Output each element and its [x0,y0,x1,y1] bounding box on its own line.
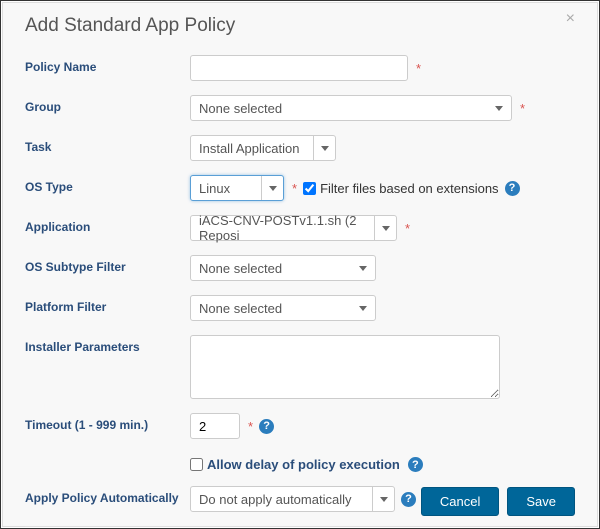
chevron-down-icon [382,226,390,231]
allow-delay-label: Allow delay of policy execution [207,457,400,472]
apply-policy-automatically-label: Apply Policy Automatically [25,486,190,505]
required-marker: * [248,419,253,434]
chevron-down-icon [359,306,367,311]
group-label: Group [25,95,190,114]
policy-name-label: Policy Name [25,55,190,74]
timeout-input[interactable] [190,413,240,439]
chevron-down-icon [269,186,277,191]
task-label: Task [25,135,190,154]
os-subtype-filter-select[interactable]: None selected [190,255,376,281]
required-marker: * [416,61,421,76]
allow-delay-checkbox-wrap[interactable]: Allow delay of policy execution [190,457,400,472]
required-marker: * [520,101,525,116]
os-subtype-filter-label: OS Subtype Filter [25,255,190,274]
add-standard-app-policy-dialog: Add Standard App Policy × Policy Name * … [2,2,598,527]
filter-files-label: Filter files based on extensions [320,181,498,196]
dialog-footer: Cancel Save [421,487,575,516]
required-marker: * [405,221,410,236]
os-type-label: OS Type [25,175,190,194]
os-subtype-filter-value: None selected [199,261,282,276]
os-type-select[interactable]: Linux [190,175,284,201]
filter-files-checkbox-wrap[interactable]: Filter files based on extensions [303,181,498,196]
policy-name-input[interactable] [190,55,408,81]
application-label: Application [25,215,190,234]
help-icon[interactable]: ? [401,492,416,507]
installer-parameters-input[interactable] [190,335,500,399]
dialog-header: Add Standard App Policy × [25,15,575,37]
close-icon[interactable]: × [566,11,575,27]
help-icon[interactable]: ? [505,181,520,196]
chevron-down-icon [321,146,329,151]
task-select[interactable]: Install Application [190,135,336,161]
group-select-value: None selected [199,101,282,116]
chevron-down-icon [359,266,367,271]
apply-policy-automatically-value: Do not apply automatically [199,492,351,507]
chevron-down-icon [495,106,503,111]
installer-parameters-label: Installer Parameters [25,335,190,354]
required-marker: * [292,181,297,196]
allow-delay-checkbox[interactable] [190,458,203,471]
form-body: Policy Name * Group None selected * Task… [25,47,575,527]
help-icon[interactable]: ? [408,457,423,472]
divider [25,526,575,527]
timeout-label: Timeout (1 - 999 min.) [25,413,190,432]
chevron-down-icon [380,497,388,502]
group-select[interactable]: None selected [190,95,512,121]
platform-filter-label: Platform Filter [25,295,190,314]
cancel-button[interactable]: Cancel [421,487,499,516]
os-type-select-value: Linux [199,181,230,196]
help-icon[interactable]: ? [259,419,274,434]
task-select-value: Install Application [199,141,299,156]
apply-policy-automatically-select[interactable]: Do not apply automatically [190,486,395,512]
filter-files-checkbox[interactable] [303,182,316,195]
dialog-title: Add Standard App Policy [25,15,235,37]
application-select-value: iACS-CNV-POSTv1.1.sh (2 Reposi [199,213,372,243]
platform-filter-value: None selected [199,301,282,316]
application-select[interactable]: iACS-CNV-POSTv1.1.sh (2 Reposi [190,215,397,241]
platform-filter-select[interactable]: None selected [190,295,376,321]
save-button[interactable]: Save [507,487,575,516]
